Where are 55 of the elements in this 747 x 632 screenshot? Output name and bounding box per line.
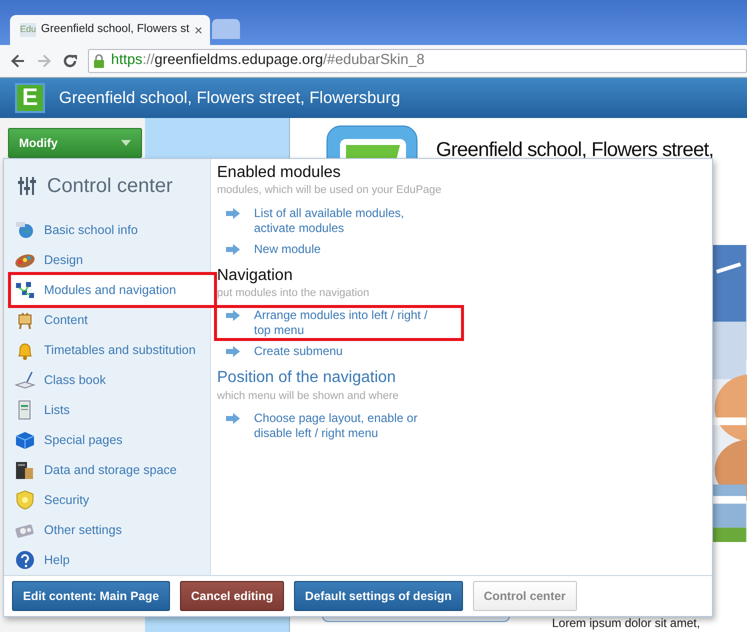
shield-icon <box>14 490 36 510</box>
module-link[interactable]: Arrange modules into left / right / top menu <box>214 305 464 342</box>
page-heading: Greenfield school, Flowers street, <box>436 138 714 163</box>
site-logo[interactable]: E <box>15 83 45 113</box>
sidebar-item[interactable]: Lists <box>11 395 211 425</box>
module-link[interactable]: List of all available modules, activate modules <box>214 202 464 239</box>
modify-button[interactable]: Modify <box>8 128 142 158</box>
tab-title: Greenfield school, Flowers st <box>41 22 190 38</box>
sidebar-item[interactable]: Special pages <box>11 425 211 455</box>
section-title: Enabled modules <box>217 163 342 182</box>
caret-icon <box>121 140 131 146</box>
sidebar-item[interactable]: Data and storage space <box>11 455 211 485</box>
sidebar-item[interactable]: Design <box>11 245 211 275</box>
help-icon <box>14 550 36 570</box>
sidebar-item[interactable]: Modules and navigation <box>8 272 217 308</box>
footer-button[interactable]: Edit content: Main Page <box>12 581 170 611</box>
sidebar-item[interactable]: Basic school info <box>11 215 211 245</box>
back-icon[interactable] <box>10 53 26 69</box>
sidebar-item[interactable]: Timetables and substitution <box>11 335 211 365</box>
close-icon[interactable]: × <box>194 23 202 37</box>
module-link[interactable]: Create submenu <box>214 341 464 362</box>
cube-icon <box>14 430 36 450</box>
dialog-title: Control center <box>47 174 173 199</box>
sidebar-item[interactable]: Content <box>11 305 211 335</box>
lock-icon <box>93 54 105 68</box>
server-icon <box>14 460 36 480</box>
sidebar-item[interactable]: Other settings <box>11 515 211 545</box>
sidebar-item[interactable]: Class book <box>11 365 211 395</box>
body-text: Lorem ipsum dolor sit amet, <box>552 615 702 632</box>
section-subtitle: which menu will be shown and where <box>217 388 400 404</box>
globe-icon <box>14 220 36 240</box>
section-link[interactable]: Position of the navigation <box>217 368 712 388</box>
arrow-icon <box>226 413 240 424</box>
module-link[interactable]: Choose page layout, enable or disable left / right menu <box>214 408 464 444</box>
section-title: Navigation <box>217 266 294 285</box>
url-text: https://greenfieldms.edupage.org/#edubarSkin_8 <box>111 51 425 70</box>
favicon: Edu <box>20 23 36 37</box>
site-title: Greenfield school, Flowers street, Flowersburg <box>59 88 400 109</box>
network-icon <box>14 280 36 300</box>
footer-button[interactable]: Default settings of design <box>294 581 463 611</box>
arrow-icon <box>226 346 240 358</box>
reload-icon[interactable] <box>62 53 78 69</box>
sidebar-item[interactable]: Help <box>11 545 211 575</box>
browser-tab[interactable]: Edu Greenfield school, Flowers st × <box>10 15 210 45</box>
section-subtitle: modules, which will be used on your EduPage <box>217 183 442 198</box>
module-link[interactable]: New module <box>214 238 464 260</box>
sliders-icon <box>17 176 37 196</box>
footer-button[interactable]: Cancel editing <box>180 581 284 611</box>
address-bar[interactable]: https://greenfieldms.edupage.org/#edubarSkin_8 <box>88 49 747 73</box>
footer-button[interactable]: Control center <box>472 581 577 611</box>
arrow-icon <box>226 310 240 322</box>
arrow-icon <box>226 244 240 255</box>
book-icon <box>14 370 36 390</box>
arrow-icon <box>226 208 240 219</box>
sidebar-item[interactable]: Security <box>11 485 211 515</box>
